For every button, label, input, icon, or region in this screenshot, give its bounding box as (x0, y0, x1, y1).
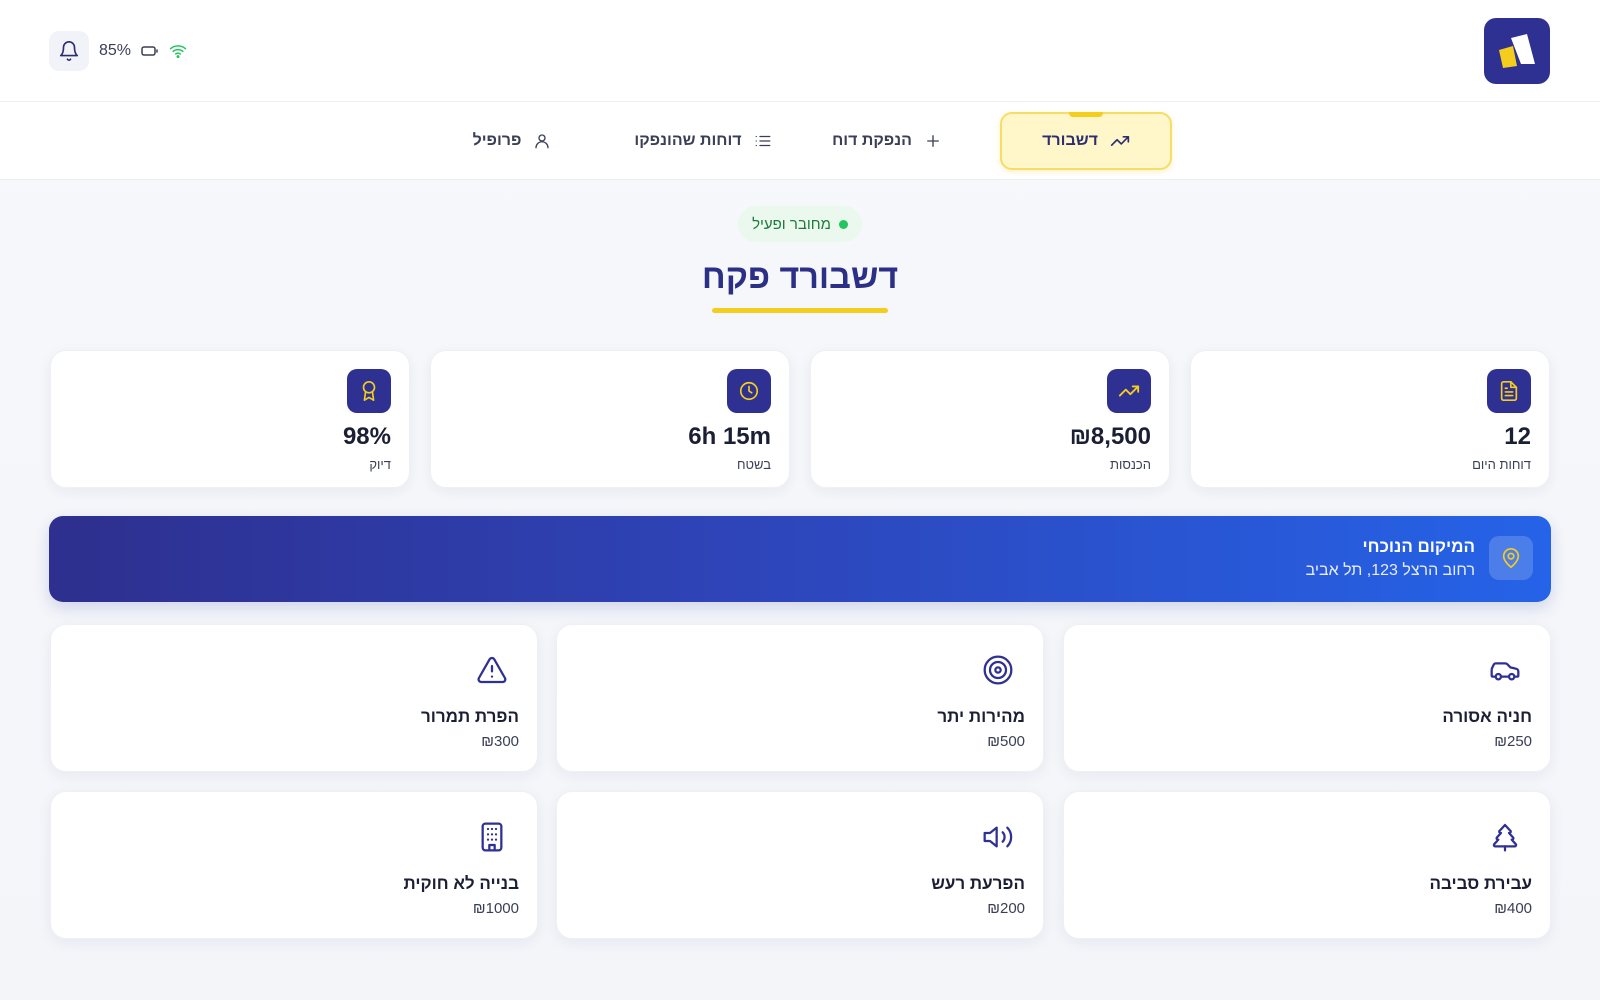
stat-value: ₪8,500 (1069, 423, 1151, 450)
target-icon (983, 655, 1013, 685)
violation-price: ₪400 (1494, 900, 1532, 917)
top-bar: 85% (0, 0, 1600, 102)
stat-label: בשטח (736, 457, 771, 472)
violation-icon-box (1488, 653, 1522, 687)
stat-label: הכנסות (1109, 457, 1151, 472)
battery-level: 85% (99, 42, 132, 59)
tree-icon (1492, 823, 1518, 852)
user-icon (535, 134, 550, 149)
current-location-banner[interactable]: המיקום הנוכחי רחוב הרצל 123, תל אביב (49, 516, 1551, 602)
tab-profile[interactable]: פרופיל (462, 112, 562, 170)
status-dot (838, 219, 848, 229)
tab-issued-reports[interactable]: דוחות שהונפקו (626, 112, 780, 170)
tab-issue-report-label: הנפקת דוח (832, 132, 912, 149)
app-logo[interactable] (1484, 18, 1550, 84)
stat-value: 98% (342, 423, 391, 450)
violation-card-noise[interactable]: הפרעת רעש ₪200 (556, 791, 1044, 939)
warning-icon (477, 656, 507, 684)
violation-name: בנייה לא חוקית (403, 874, 519, 893)
tab-profile-label: פרופיל (472, 132, 522, 149)
trending-up-icon (1118, 385, 1140, 397)
clock-icon (739, 381, 759, 401)
location-icon-box (1489, 536, 1533, 580)
battery-icon (141, 46, 158, 56)
violation-price: ₪500 (987, 733, 1025, 750)
award-icon (362, 381, 376, 401)
speaker-icon (983, 826, 1013, 848)
stat-card-reports-today: 12 דוחות היום (1190, 350, 1550, 488)
status-cluster: 85% (49, 31, 187, 71)
violation-price: ₪300 (481, 733, 519, 750)
stat-card-accuracy: 98% דיוק (50, 350, 410, 488)
page-title: דשבורד פקח (701, 258, 899, 296)
stat-icon-box (1107, 369, 1151, 413)
tab-issue-report[interactable]: הנפקת דוח (822, 112, 952, 170)
map-pin-icon (1502, 548, 1520, 568)
bell-icon (59, 41, 79, 61)
location-address: רחוב הרצל 123, תל אביב (1305, 562, 1475, 579)
title-underline (712, 308, 888, 313)
plus-icon (927, 135, 939, 147)
list-icon (755, 135, 771, 147)
violation-card-environment[interactable]: עבירת סביבה ₪400 (1063, 791, 1551, 939)
violation-name: מהירות יתר (937, 707, 1025, 726)
trending-up-icon (1110, 136, 1130, 146)
connection-status-badge: מחובר ופעיל (738, 206, 862, 242)
tab-dashboard-label: דשבורד (1042, 132, 1098, 149)
stat-icon-box (727, 369, 771, 413)
file-icon (1500, 381, 1518, 401)
car-icon (1490, 662, 1520, 681)
stat-label: דוחות היום (1472, 457, 1531, 472)
violation-icon-box (981, 820, 1015, 854)
location-title: המיקום הנוכחי (1362, 537, 1475, 556)
violation-card-traffic-sign[interactable]: הפרת תמרור ₪300 (50, 624, 538, 772)
stat-label: דיוק (369, 457, 391, 472)
stat-value: 12 (1504, 423, 1531, 450)
violation-name: חניה אסורה (1442, 707, 1532, 726)
stat-icon-box (347, 369, 391, 413)
violation-name: הפרעת רעש (931, 874, 1025, 893)
main-nav: דשבורד הנפקת דוח דוחות שהונפקו פרופיל (0, 102, 1600, 180)
violation-icon-box (475, 820, 509, 854)
violation-card-illegal-construction[interactable]: בנייה לא חוקית ₪1000 (50, 791, 538, 939)
stat-card-revenue: ₪8,500 הכנסות (810, 350, 1170, 488)
tab-dashboard[interactable]: דשבורד (1000, 112, 1172, 170)
violation-icon-box (981, 653, 1015, 687)
building-icon (481, 822, 503, 852)
violation-name: עבירת סביבה (1429, 874, 1532, 893)
violation-card-illegal-parking[interactable]: חניה אסורה ₪250 (1063, 624, 1551, 772)
notifications-button[interactable] (49, 31, 89, 71)
wifi-icon (169, 45, 187, 59)
stat-icon-box (1487, 369, 1531, 413)
violation-icon-box (475, 653, 509, 687)
violation-name: הפרת תמרור (420, 707, 519, 726)
logo-mark-icon (1499, 34, 1535, 68)
violation-icon-box (1488, 820, 1522, 854)
stat-card-field-time: 6h 15m בשטח (430, 350, 790, 488)
connection-status-label: מחובר ופעיל (752, 215, 831, 233)
violation-card-speeding[interactable]: מהירות יתר ₪500 (556, 624, 1044, 772)
violation-price: ₪1000 (472, 900, 519, 917)
tab-issued-reports-label: דוחות שהונפקו (634, 132, 742, 149)
violation-price: ₪200 (987, 900, 1025, 917)
stat-value: 6h 15m (688, 423, 771, 450)
violation-price: ₪250 (1494, 733, 1532, 750)
